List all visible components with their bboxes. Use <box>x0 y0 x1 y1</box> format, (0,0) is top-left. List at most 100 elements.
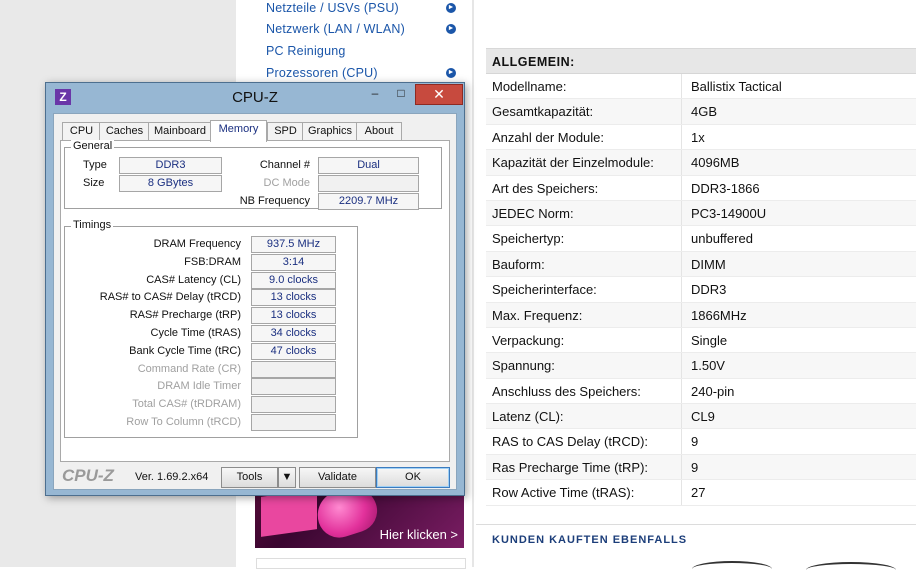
tools-button[interactable]: Tools <box>221 467 278 488</box>
spec-value: 4096MB <box>691 155 740 171</box>
spec-key: JEDEC Norm: <box>492 205 574 221</box>
spec-key: Latenz (CL): <box>492 409 564 425</box>
product-thumbnail[interactable] <box>692 561 772 577</box>
tab-graphics[interactable]: Graphics <box>302 122 358 141</box>
spec-value: 27 <box>691 485 706 501</box>
timing-value: 9.0 clocks <box>251 271 336 289</box>
tab-caches[interactable]: Caches <box>99 122 150 141</box>
dc-mode-value <box>318 175 419 192</box>
spec-value: 9 <box>691 459 699 475</box>
channel-value: Dual <box>318 157 419 174</box>
spec-key: Speichertyp: <box>492 231 565 247</box>
spec-row: Ras Precharge Time (tRP): 9 <box>486 454 916 481</box>
spec-row: Kapazität der Einzelmodule: 4096MB <box>486 150 916 176</box>
timing-label: CAS# Latency (CL) <box>146 273 241 286</box>
tab-about[interactable]: About <box>356 122 402 141</box>
column-separator <box>681 454 682 480</box>
column-separator <box>681 429 682 454</box>
spec-key: Anschluss des Speichers: <box>492 383 641 399</box>
spec-value: DIMM <box>691 256 726 272</box>
column-separator <box>681 480 682 505</box>
memory-panel: General Type DDR3 Size 8 GBytes Channel … <box>60 140 450 462</box>
title-bar[interactable]: Z CPU-Z – □ ✕ <box>46 83 464 111</box>
column-separator <box>681 378 682 404</box>
spec-value: DDR3-1866 <box>691 180 760 196</box>
timing-label: Bank Cycle Time (tRC) <box>129 344 241 357</box>
spec-row: Anschluss des Speichers: 240-pin <box>486 378 916 405</box>
spec-row: Speicherinterface: DDR3 <box>486 277 916 303</box>
spec-rows: Modellname: Ballistix Tactical Gesamtkapaz… <box>486 74 916 506</box>
spec-value: 1.50V <box>691 358 725 374</box>
nav-item-pc-reinigung[interactable]: PC Reinigung <box>255 41 464 64</box>
spec-table: ALLGEMEIN: Modellname: Ballistix Tactical… <box>486 48 916 506</box>
product-thumbnail[interactable] <box>806 562 896 578</box>
column-separator <box>681 74 682 99</box>
maximize-button[interactable]: □ <box>388 84 414 103</box>
spec-value: Ballistix Tactical <box>691 79 782 94</box>
size-value: 8 GBytes <box>119 175 222 192</box>
timing-label: RAS# to CAS# Delay (tRCD) <box>99 291 241 304</box>
type-label: Type <box>83 159 107 171</box>
column-separator <box>681 200 682 226</box>
timings-group: Timings DRAM Frequency 937.5 MHz FSB:DRAM 3… <box>64 219 358 438</box>
column-separator <box>681 353 682 378</box>
chevron-right-icon: ► <box>446 24 456 34</box>
timing-value <box>251 360 336 378</box>
column-separator <box>681 327 682 353</box>
timing-label: Cycle Time (tRAS) <box>150 327 241 339</box>
spec-value: 240-pin <box>691 383 735 399</box>
timing-value: 34 clocks <box>251 325 336 342</box>
nav-item-netzteile[interactable]: Netzteile / USVs (PSU) ► <box>255 0 464 21</box>
spec-value: unbuffered <box>691 231 753 247</box>
ok-button[interactable]: OK <box>376 467 450 488</box>
spec-key: Verpackung: <box>492 332 565 348</box>
timing-value: 13 clocks <box>251 307 336 325</box>
version-label: Ver. 1.69.2.x64 <box>135 471 209 483</box>
tab-mainboard[interactable]: Mainboard <box>148 122 212 141</box>
spec-key: Max. Frequenz: <box>492 307 583 323</box>
spec-value: CL9 <box>691 409 715 425</box>
minimize-button[interactable]: – <box>362 84 388 103</box>
spec-row: RAS to CAS Delay (tRCD): 9 <box>486 429 916 455</box>
nav-item-label: Netzwerk (LAN / WLAN) <box>266 22 405 36</box>
column-separator <box>681 175 682 200</box>
product-box-image <box>261 489 317 537</box>
timing-value: 47 clocks <box>251 342 336 360</box>
timing-value: 3:14 <box>251 253 336 271</box>
timing-value <box>251 396 336 414</box>
timing-value <box>251 378 336 396</box>
spec-row: Modellname: Ballistix Tactical <box>486 74 916 100</box>
nav-item-netzwerk[interactable]: Netzwerk (LAN / WLAN) ► <box>255 19 464 42</box>
nb-frequency-value: 2209.7 MHz <box>318 193 419 210</box>
size-label: Size <box>83 177 105 189</box>
timing-label: DRAM Idle Timer <box>157 380 241 393</box>
tab-memory[interactable]: Memory <box>210 120 267 142</box>
spec-key: Spannung: <box>492 358 555 374</box>
column-divider <box>472 0 474 567</box>
sidebar-box <box>256 558 466 569</box>
timing-label: Command Rate (CR) <box>137 362 241 375</box>
spec-table-header: ALLGEMEIN: <box>486 49 916 74</box>
timing-label: DRAM Frequency <box>153 238 241 250</box>
column-separator <box>681 251 682 277</box>
timing-label: FSB:DRAM <box>184 255 241 268</box>
spec-row: Gesamtkapazität: 4GB <box>486 99 916 125</box>
spec-row: Max. Frequenz: 1866MHz <box>486 302 916 328</box>
spec-key: Modellname: <box>492 79 567 94</box>
validate-button[interactable]: Validate <box>299 467 376 488</box>
spec-key: Anzahl der Module: <box>492 129 605 145</box>
spec-value: 4GB <box>691 104 718 120</box>
ad-cta-link[interactable]: Hier klicken > <box>380 527 458 542</box>
bottom-bar: CPU-Z Ver. 1.69.2.x64 Tools ▼ Validate O… <box>54 463 456 489</box>
close-button[interactable]: ✕ <box>415 84 463 105</box>
spec-key: Row Active Time (tRAS): <box>492 485 635 501</box>
tab-spd[interactable]: SPD <box>267 122 304 141</box>
tools-dropdown-arrow-icon[interactable]: ▼ <box>278 467 296 488</box>
nav-item-label: Netzteile / USVs (PSU) <box>266 1 399 15</box>
dc-mode-label: DC Mode <box>263 177 310 189</box>
spec-header-label: ALLGEMEIN: <box>492 55 575 69</box>
tab-cpu[interactable]: CPU <box>62 122 101 141</box>
spec-value: DDR3 <box>691 282 727 298</box>
nav-item-label: Prozessoren (CPU) <box>266 66 378 80</box>
timing-value <box>251 414 336 431</box>
